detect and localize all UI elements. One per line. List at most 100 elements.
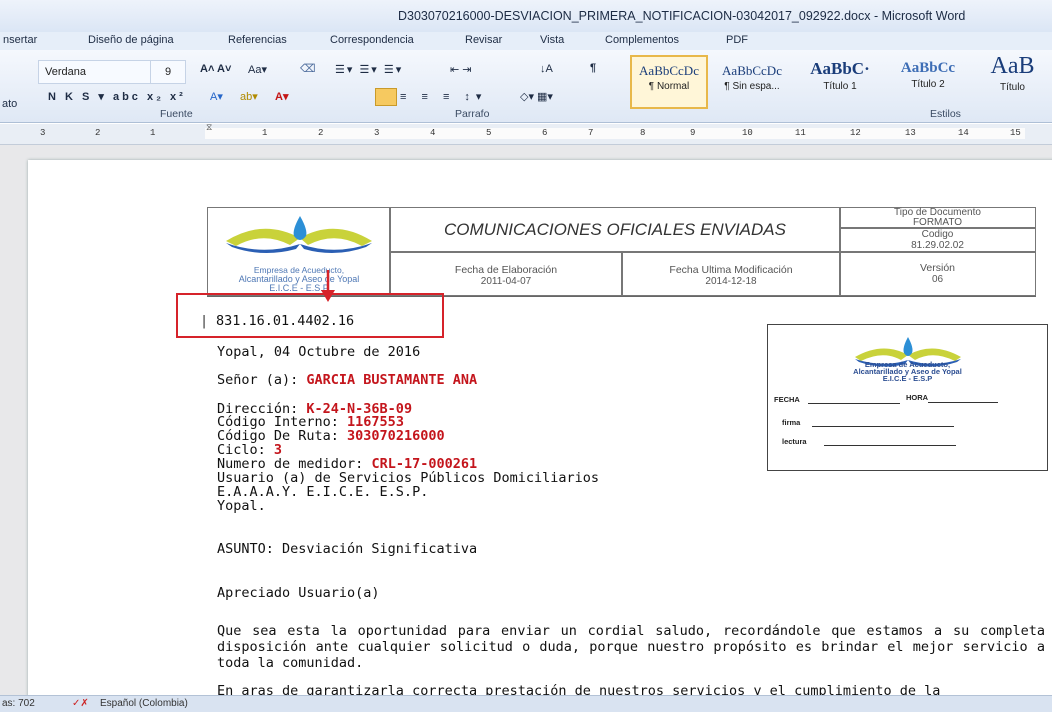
senor-label: Señor (a): <box>217 372 307 388</box>
ruler-number: 9 <box>690 128 696 138</box>
indent-marker-icon[interactable]: ⧖ <box>206 123 212 133</box>
status-language[interactable]: Español (Colombia) <box>100 698 188 709</box>
font-name-value: Verdana <box>45 66 86 78</box>
ruler-number: 6 <box>542 128 548 138</box>
font-name-box[interactable]: Verdana <box>38 60 151 84</box>
grow-font-button[interactable]: A˄ A˅ <box>200 63 231 75</box>
text-effects-icon[interactable]: A▾ <box>210 90 223 103</box>
status-bar: as: 702 ✓✗ Español (Colombia) <box>0 695 1052 712</box>
stamp-fecha-label: FECHA <box>774 395 800 404</box>
header-mod-label: Fecha Ultima Modificación <box>669 264 793 276</box>
header-elab-cell: Fecha de Elaboración 2011-04-07 <box>389 251 623 296</box>
stamp-hora-label: HORA <box>906 393 929 402</box>
stamp-lectura-line <box>824 445 956 446</box>
tab-complementos[interactable]: Complementos <box>605 34 679 46</box>
tab-referencias[interactable]: Referencias <box>228 34 287 46</box>
group-fuente-label: Fuente <box>160 108 193 120</box>
group-estilos-label: Estilos <box>930 108 961 120</box>
header-tipo-cell: Tipo de Documento FORMATO <box>839 207 1036 229</box>
header-version-cell: Versión 06 <box>839 251 1036 296</box>
horizontal-ruler[interactable]: 3 2 1 1 2 3 4 5 6 7 8 9 10 11 12 13 14 1… <box>0 123 1052 145</box>
style-titulo-2-sample: AaBbCc <box>900 60 956 76</box>
style-titulo-2[interactable]: AaBbCc Título 2 <box>888 55 968 105</box>
header-mod-value: 2014-12-18 <box>705 276 757 287</box>
style-titulo-sample: AaB <box>990 53 1035 79</box>
style-titulo-1-sample: AaBbC· <box>810 59 870 78</box>
ruler-number: 13 <box>905 128 916 138</box>
list-buttons[interactable]: ☰▾ ☰▾ ☰▾ <box>335 63 403 76</box>
pilcrow-icon[interactable]: ¶ <box>590 62 596 74</box>
ruler-number: 8 <box>640 128 646 138</box>
ruler-number: 12 <box>850 128 861 138</box>
paste-label[interactable]: ato <box>2 98 17 110</box>
header-codigo-value: 81.29.02.02 <box>911 240 964 251</box>
ruler-number: 15 <box>1010 128 1021 138</box>
header-logo-cell: Empresa de Acueducto, Alcantarillado y A… <box>207 207 391 296</box>
style-sin-espacio-name: ¶ Sin espa... <box>724 81 780 92</box>
header-title: COMUNICACIONES OFICIALES ENVIADAS <box>444 220 786 239</box>
title-bar: D303070216000-DESVIACION_PRIMERA_NOTIFIC… <box>0 0 1052 32</box>
style-titulo[interactable]: AaB Título <box>975 53 1050 105</box>
ruler-number: 7 <box>588 128 594 138</box>
senor-line: Señor (a): GARCIA BUSTAMANTE ANA <box>217 372 477 388</box>
header-mod-cell: Fecha Ultima Modificación 2014-12-18 <box>621 251 841 296</box>
stamp-firma-line <box>812 426 954 427</box>
ruler-number: 4 <box>430 128 436 138</box>
sort-icon[interactable]: ↓A <box>540 63 553 75</box>
format-buttons[interactable]: N K S ▾ abc x₂ x² <box>48 90 186 103</box>
letter-reference[interactable]: 831.16.01.4402.16 <box>216 313 354 329</box>
font-size-box[interactable]: 9 <box>150 60 186 84</box>
reading-stamp: Empresa de Acueducto, Alcantarillado y A… <box>767 324 1048 471</box>
spellcheck-icon[interactable]: ✓✗ <box>72 698 89 709</box>
ruler-number: 3 <box>40 128 46 138</box>
tab-vista[interactable]: Vista <box>540 34 564 46</box>
style-sin-espacio-sample: AaBbCcDc <box>722 63 782 78</box>
highlight-icon[interactable]: ab▾ <box>240 90 258 103</box>
paragraph-1: Que sea esta la oportunidad para enviar … <box>217 623 1045 671</box>
ruler-number: 14 <box>958 128 969 138</box>
tab-correspondencia[interactable]: Correspondencia <box>330 34 414 46</box>
shading-icon[interactable]: ◇▾ ▦▾ <box>520 90 553 103</box>
clear-format-icon[interactable]: ⌫ <box>300 62 316 75</box>
style-normal[interactable]: AaBbCcDc ¶ Normal <box>630 55 708 109</box>
header-title-cell: COMUNICACIONES OFICIALES ENVIADAS <box>389 207 841 253</box>
stamp-fecha-line <box>808 403 900 404</box>
ruler-number: 1 <box>262 128 268 138</box>
ribbon-tabs: nsertar Diseño de página Referencias Cor… <box>0 32 1052 51</box>
style-titulo-2-name: Título 2 <box>911 79 945 90</box>
font-size-value: 9 <box>164 66 172 78</box>
font-color-icon[interactable]: A▾ <box>275 90 288 103</box>
tab-revisar[interactable]: Revisar <box>465 34 502 46</box>
annotation-arrow-icon <box>321 270 335 302</box>
header-elab-value: 2011-04-07 <box>480 276 532 287</box>
window-title: D303070216000-DESVIACION_PRIMERA_NOTIFIC… <box>398 9 966 23</box>
stamp-company-line3: E.I.C.E - E.S.P <box>882 374 933 383</box>
tab-diseno-pagina[interactable]: Diseño de página <box>88 34 174 46</box>
style-sin-espacio[interactable]: AaBbCcDc ¶ Sin espa... <box>712 55 792 105</box>
align-left-button[interactable] <box>375 88 397 106</box>
stamp-lectura-label: lectura <box>782 437 807 446</box>
style-normal-name: ¶ Normal <box>648 81 690 92</box>
ciudad-line: Yopal. <box>217 498 266 514</box>
style-normal-sample: AaBbCcDc <box>639 63 699 78</box>
header-company-line3: E.I.C.E - E.S.P <box>269 283 329 293</box>
saludo-line: Apreciado Usuario(a) <box>217 585 380 601</box>
header-version-value: 06 <box>931 274 944 285</box>
ruler-number: 5 <box>486 128 492 138</box>
tab-pdf[interactable]: PDF <box>726 34 748 46</box>
style-titulo-1[interactable]: AaBbC· Título 1 <box>800 55 880 105</box>
ruler-number: 10 <box>742 128 753 138</box>
header-codigo-label: Codigo <box>921 229 954 240</box>
ruler-number: 2 <box>318 128 324 138</box>
status-pages[interactable]: as: 702 <box>2 698 35 709</box>
ruler-number: 2 <box>95 128 101 138</box>
company-logo-icon <box>226 216 372 254</box>
align-buttons[interactable]: ≡ ≡ ≡ ↕▾ <box>400 90 487 103</box>
indent-buttons[interactable]: ⇤ ⇥ <box>450 63 472 76</box>
group-parrafo-label: Parrafo <box>455 108 490 120</box>
codigo-ruta-value: 303070216000 <box>347 428 445 444</box>
change-case-button[interactable]: Aa▾ <box>248 63 267 76</box>
stamp-firma-label: firma <box>782 418 801 427</box>
tab-insertar[interactable]: nsertar <box>3 34 37 46</box>
letter-date: Yopal, 04 Octubre de 2016 <box>217 344 421 360</box>
